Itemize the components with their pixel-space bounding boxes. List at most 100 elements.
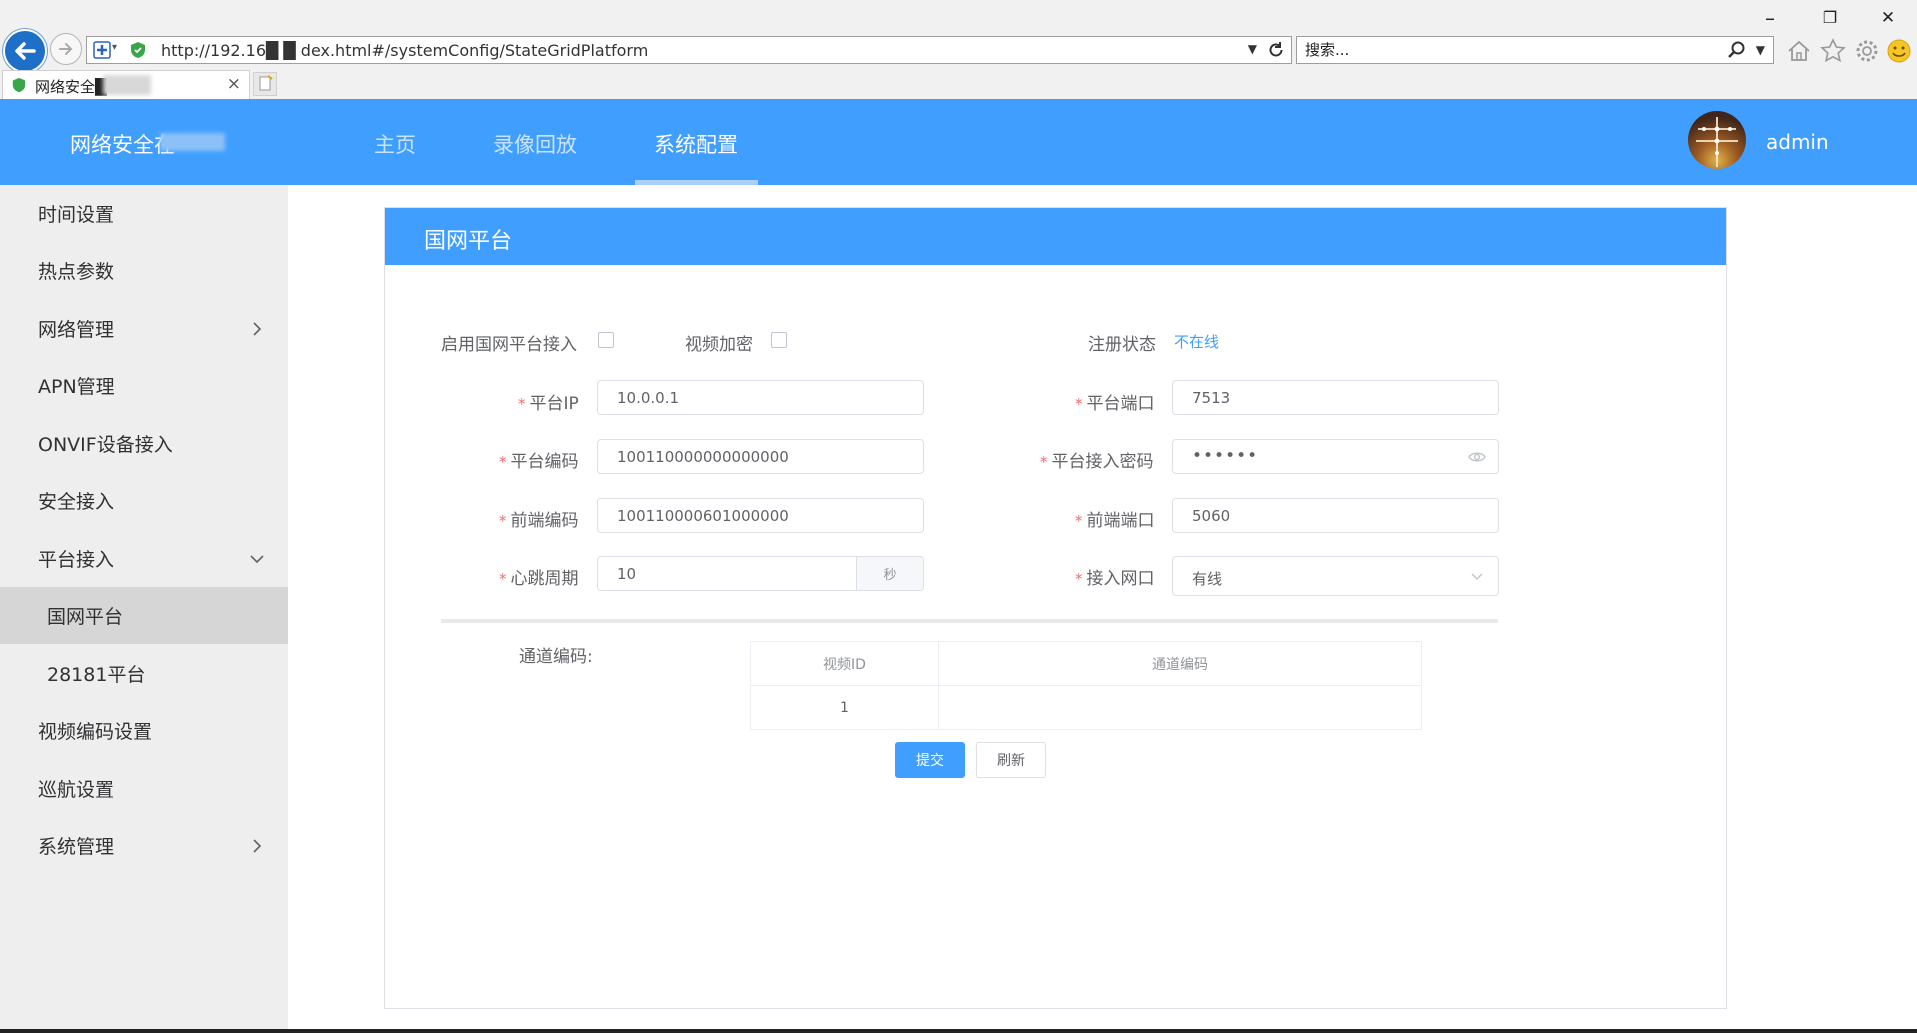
tab-close-button[interactable]: × (227, 74, 241, 94)
sidebar-item-platform-access[interactable]: 平台接入 (0, 530, 288, 587)
address-bar[interactable]: ▾ http://192.16█ █ dex.html#/systemConfi… (86, 36, 1292, 64)
platform-ip-input[interactable] (617, 389, 877, 407)
platform-code-field[interactable] (597, 439, 924, 474)
sidebar-item-label: 巡航设置 (38, 779, 115, 801)
platform-pwd-input[interactable] (1192, 446, 1452, 466)
enable-platform-label: 启用国网平台接入 (441, 335, 577, 355)
sidebar-item-label: ONVIF设备接入 (38, 434, 173, 456)
platform-port-field[interactable] (1172, 380, 1499, 415)
new-tab-icon (259, 75, 273, 91)
submit-button[interactable]: 提交 (895, 742, 965, 778)
front-code-input[interactable] (617, 507, 877, 525)
required-mark: * (499, 453, 507, 471)
tab-title: 网络安全█ (35, 78, 107, 96)
sidebar-item-apn[interactable]: APN管理 (0, 357, 288, 414)
platform-pwd-field[interactable] (1172, 439, 1499, 474)
platform-ip-label: * 平台IP (518, 389, 579, 414)
sidebar-item-gb28181[interactable]: 28181平台 (0, 645, 288, 702)
sidebar-item-hotspot[interactable]: 热点参数 (0, 242, 288, 299)
heartbeat-label: * 心跳周期 (499, 564, 579, 589)
column-header-video-id: 视频ID (750, 641, 939, 686)
column-header-channel-code: 通道编码 (938, 641, 1422, 686)
sidebar-item-system-mgmt[interactable]: 系统管理 (0, 817, 288, 874)
table-row: 1 (750, 685, 1422, 730)
video-encrypt-label: 视频加密 (685, 335, 753, 355)
chevron-down-icon (250, 554, 264, 563)
new-tab-button[interactable] (253, 72, 277, 96)
required-mark: * (1075, 570, 1083, 588)
platform-port-label-text: 平台端口 (1086, 394, 1155, 414)
nav-playback[interactable]: 录像回放 (493, 129, 577, 159)
platform-code-input[interactable] (617, 448, 877, 466)
cell-video-id: 1 (750, 685, 939, 730)
sidebar-item-video-encoding[interactable]: 视频编码设置 (0, 702, 288, 759)
required-mark: * (1075, 512, 1083, 530)
browser-tab[interactable]: 网络安全█ × (2, 70, 250, 99)
enable-platform-checkbox[interactable] (598, 332, 614, 348)
sidebar-item-onvif[interactable]: ONVIF设备接入 (0, 415, 288, 472)
app-header: 网络安全在 主页 录像回放 系统配置 admin (0, 99, 1917, 185)
refresh-button[interactable]: 刷新 (976, 742, 1046, 778)
browser-search-box[interactable]: ▼ (1296, 36, 1774, 64)
required-mark: * (1075, 395, 1083, 413)
sidebar-item-label: 安全接入 (38, 491, 115, 513)
minimize-button[interactable]: – (1752, 6, 1788, 30)
platform-pwd-label: * 平台接入密码 (1040, 447, 1154, 472)
back-button[interactable] (3, 29, 47, 73)
close-window-button[interactable]: ✕ (1870, 8, 1906, 28)
sidebar-item-label: 国网平台 (47, 606, 124, 628)
redaction-blur (103, 75, 151, 95)
favorites-star-icon[interactable] (1820, 38, 1846, 64)
sidebar-item-state-grid[interactable]: 国网平台 (0, 587, 288, 644)
panel-title: 国网平台 (424, 229, 513, 254)
platform-ip-field[interactable] (597, 380, 924, 415)
search-icon[interactable] (1727, 40, 1747, 60)
gear-icon[interactable] (1854, 38, 1880, 64)
front-code-field[interactable] (597, 498, 924, 533)
avatar[interactable] (1688, 111, 1746, 169)
front-code-label-text: 前端编码 (510, 511, 579, 531)
heartbeat-field[interactable]: 秒 (597, 556, 924, 591)
platform-ip-label-text: 平台IP (529, 394, 579, 414)
home-icon[interactable] (1786, 38, 1812, 64)
front-port-field[interactable] (1172, 498, 1499, 533)
sidebar-item-label: APN管理 (38, 376, 115, 398)
sidebar-item-label: 28181平台 (47, 664, 146, 686)
required-mark: * (1040, 453, 1048, 471)
netport-select[interactable]: 有线 (1172, 556, 1499, 596)
video-encrypt-checkbox[interactable] (771, 332, 787, 348)
user-name[interactable]: admin (1766, 130, 1829, 154)
smiley-feedback-icon[interactable] (1886, 38, 1912, 64)
cell-channel-code[interactable] (938, 685, 1422, 730)
heartbeat-input[interactable] (617, 565, 796, 583)
platform-port-input[interactable] (1192, 389, 1452, 407)
front-port-input[interactable] (1192, 507, 1452, 525)
eye-icon[interactable] (1468, 449, 1486, 465)
platform-code-label: * 平台编码 (499, 447, 579, 472)
reg-status-value: 不在线 (1174, 333, 1220, 351)
search-dropdown-icon[interactable]: ▼ (1756, 43, 1765, 57)
sidebar-item-time-settings[interactable]: 时间设置 (0, 185, 288, 242)
browser-chrome: – ❐ ✕ ▾ http://192.16█ █ dex.html#/syste… (0, 0, 1917, 99)
nav-system-config[interactable]: 系统配置 (654, 129, 738, 159)
sidebar: 时间设置 热点参数 网络管理 APN管理 ONVIF设备接入 安全接入 平台接入… (0, 185, 288, 1033)
chevron-right-icon (253, 321, 262, 336)
nav-active-indicator (635, 180, 758, 185)
restore-button[interactable]: ❐ (1812, 8, 1848, 27)
platform-pwd-label-text: 平台接入密码 (1051, 452, 1154, 472)
form-divider (441, 619, 1498, 623)
browser-search-input[interactable] (1305, 41, 1685, 59)
nav-home[interactable]: 主页 (374, 129, 416, 159)
sidebar-item-security-access[interactable]: 安全接入 (0, 472, 288, 529)
front-port-label-text: 前端端口 (1086, 511, 1155, 531)
front-port-label: * 前端端口 (1075, 506, 1155, 531)
sidebar-item-network[interactable]: 网络管理 (0, 300, 288, 357)
avatar-image (1696, 117, 1738, 167)
required-mark: * (499, 570, 507, 588)
site-shield-icon (131, 42, 145, 58)
refresh-page-icon[interactable] (1267, 41, 1285, 59)
sidebar-item-cruise[interactable]: 巡航设置 (0, 760, 288, 817)
forward-button[interactable] (50, 33, 82, 65)
url-dropdown-icon[interactable]: ▼ (1248, 42, 1257, 56)
address-url: http://192.16█ █ dex.html#/systemConfig/… (161, 41, 649, 60)
